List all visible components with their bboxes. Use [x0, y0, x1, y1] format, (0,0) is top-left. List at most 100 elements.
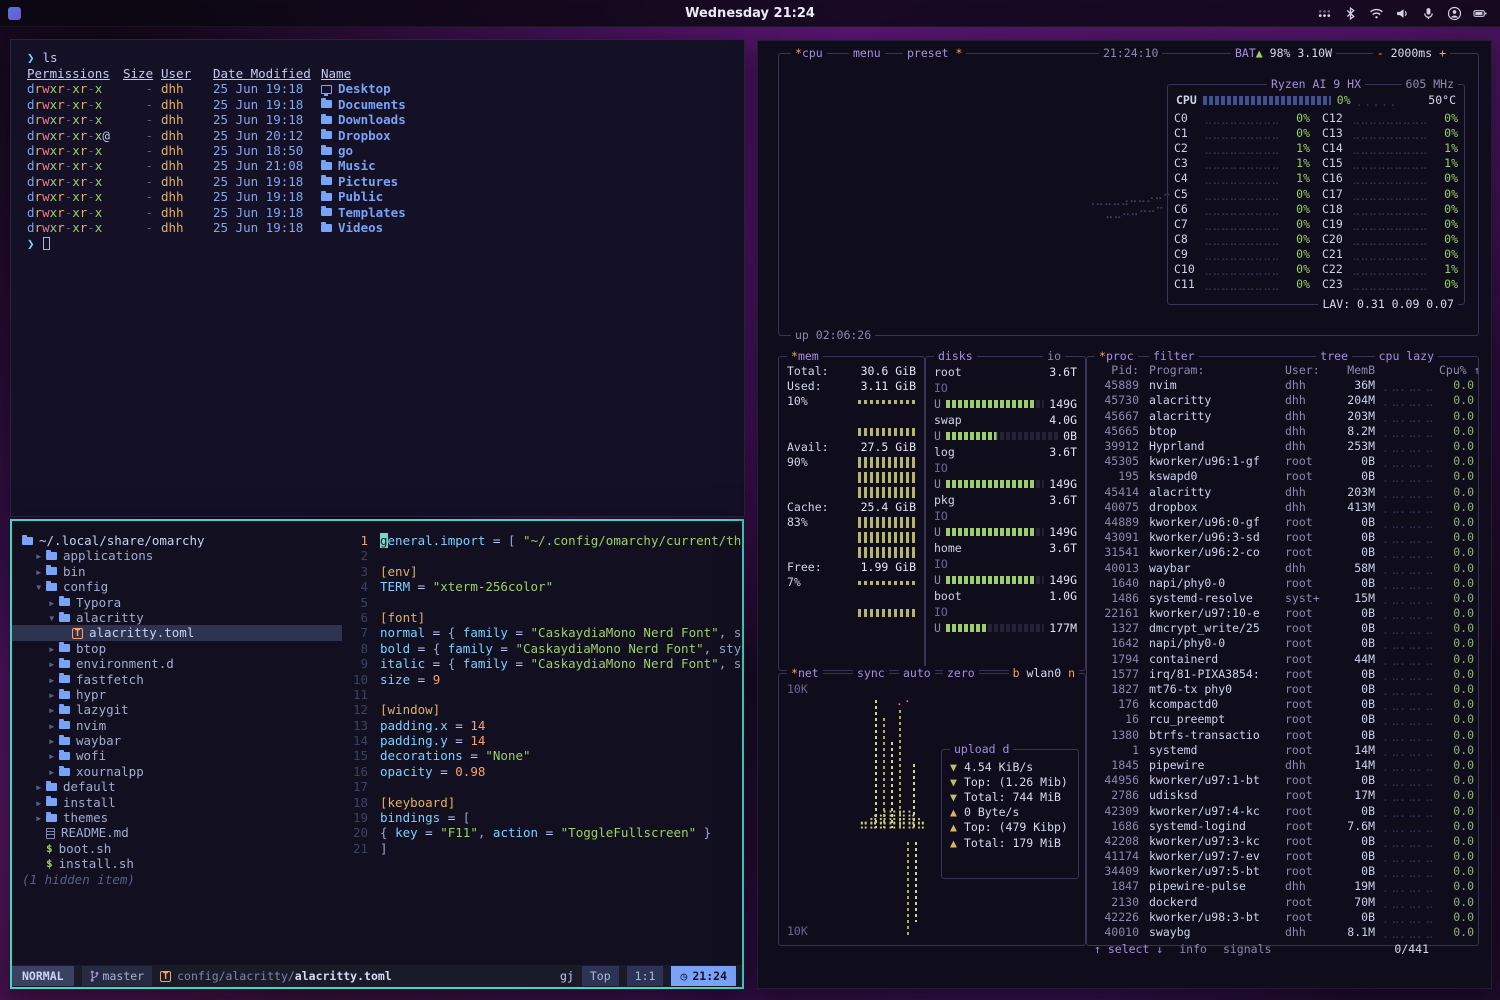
chevron-right-icon[interactable]: [48, 702, 59, 717]
disks-io-toggle[interactable]: io: [1043, 349, 1065, 364]
proc-row[interactable]: 1327dmcrypt_write/25root0B⡀⣀⡀⣀⡀⣀0.0: [1087, 621, 1478, 636]
proc-row[interactable]: 1794containerdroot44M⡀⣀⡀⣀⡀⣀0.0: [1087, 652, 1478, 667]
code-line[interactable]: 20{ key = "F11", action = "ToggleFullscr…: [342, 825, 742, 840]
proc-row[interactable]: 41174kworker/u97:7-evroot0B⡀⣀⡀⣀⡀⣀0.0: [1087, 849, 1478, 864]
proc-row[interactable]: 16rcu_preemptroot0B⡀⣀⡀⣀⡀⣀0.0: [1087, 712, 1478, 727]
proc-row[interactable]: 45730alacrittydhh204M⡀⣀⡀⣀⡀⣀0.0: [1087, 393, 1478, 408]
code-line[interactable]: 17: [342, 779, 742, 794]
tree-item-waybar[interactable]: waybar: [12, 733, 342, 748]
proc-row[interactable]: 45414alacrittydhh203M⡀⣀⡀⣀⡀⣀0.0: [1087, 485, 1478, 500]
tree-item-nvim[interactable]: nvim: [12, 718, 342, 733]
volume-icon[interactable]: [1395, 6, 1410, 21]
tree-item-fastfetch[interactable]: fastfetch: [12, 672, 342, 687]
code-line[interactable]: 11: [342, 687, 742, 702]
proc-row[interactable]: 1847pipewire-pulsedhh19M⡀⣀⡀⣀⡀⣀0.0: [1087, 879, 1478, 894]
code-line[interactable]: 14padding.y = 14: [342, 733, 742, 748]
terminal-window-ls[interactable]: ❯ ls Permissions Size User Date Modified…: [10, 39, 745, 517]
proc-tree-button[interactable]: tree: [1316, 349, 1352, 364]
code-line[interactable]: 12[window]: [342, 702, 742, 717]
process-panel-title[interactable]: *proc: [1095, 349, 1138, 364]
proc-row[interactable]: 1827mt76-tx phy0root0B⡀⣀⡀⣀⡀⣀0.0: [1087, 682, 1478, 697]
chevron-right-icon[interactable]: [48, 687, 59, 702]
iface-next-button[interactable]: n: [1068, 666, 1075, 680]
disks-panel-title[interactable]: disks: [934, 349, 977, 364]
tree-item-xournalpp[interactable]: xournalpp: [12, 764, 342, 779]
proc-row[interactable]: 45889nvimdhh36M⡀⣀⡀⣀⡀⣀0.0: [1087, 378, 1478, 393]
tree-item-readme.md[interactable]: README.md: [12, 825, 342, 840]
cpu-panel-title[interactable]: *cpu: [791, 46, 827, 61]
tree-item-alacritty.toml[interactable]: Talacritty.toml: [12, 625, 342, 640]
proc-row[interactable]: 43091kworker/u96:3-sdroot0B⡀⣀⡀⣀⡀⣀0.0: [1087, 530, 1478, 545]
tailscale-icon[interactable]: [1317, 6, 1332, 21]
proc-row[interactable]: 40010swaybgdhh8.1M⡀⣀⡀⣀⡀⣀0.0: [1087, 925, 1478, 940]
tree-item-environment.d[interactable]: environment.d: [12, 656, 342, 671]
code-line[interactable]: 15decorations = "None": [342, 748, 742, 763]
proc-row[interactable]: 1642napi/phy0-0root0B⡀⣀⡀⣀⡀⣀0.0: [1087, 636, 1478, 651]
wifi-icon[interactable]: [1369, 6, 1384, 21]
proc-signals-button[interactable]: signals: [1223, 942, 1271, 957]
chevron-right-icon[interactable]: [35, 795, 46, 810]
chevron-right-icon[interactable]: [35, 548, 46, 563]
tree-item-install.sh[interactable]: $install.sh: [12, 856, 342, 871]
proc-row[interactable]: 45305kworker/u96:1-gfroot0B⡀⣀⡀⣀⡀⣀0.0: [1087, 454, 1478, 469]
tree-item-wofi[interactable]: wofi: [12, 748, 342, 763]
chevron-right-icon[interactable]: [35, 564, 46, 579]
code-line[interactable]: 3[env]: [342, 564, 742, 579]
neovim-window[interactable]: ~/.local/share/omarchyapplicationsbincon…: [10, 519, 744, 989]
code-line[interactable]: 10size = 9: [342, 672, 742, 687]
tree-item-typora[interactable]: Typora: [12, 595, 342, 610]
git-branch[interactable]: master: [82, 966, 153, 986]
code-line[interactable]: 5: [342, 595, 742, 610]
network-panel-title[interactable]: *net: [787, 666, 823, 681]
proc-row[interactable]: 42309kworker/u97:4-kcroot0B⡀⣀⡀⣀⡀⣀0.0: [1087, 803, 1478, 818]
iface-prev-button[interactable]: b: [1013, 666, 1020, 680]
battery-icon[interactable]: [1473, 6, 1488, 21]
proc-row[interactable]: 39912Hyprlanddhh253M⡀⣀⡀⣀⡀⣀0.0: [1087, 439, 1478, 454]
proc-row[interactable]: 45667alacrittydhh203M⡀⣀⡀⣀⡀⣀0.0: [1087, 409, 1478, 424]
bluetooth-icon[interactable]: [1343, 6, 1358, 21]
tree-item-bin[interactable]: bin: [12, 564, 342, 579]
chevron-right-icon[interactable]: [48, 718, 59, 733]
tree-item-lazygit[interactable]: lazygit: [12, 702, 342, 717]
tree-item-hypr[interactable]: hypr: [12, 687, 342, 702]
proc-row[interactable]: 1640napi/phy0-0root0B⡀⣀⡀⣀⡀⣀0.0: [1087, 576, 1478, 591]
proc-row[interactable]: 45665btopdhh8.2M⡀⣀⡀⣀⡀⣀0.0: [1087, 424, 1478, 439]
proc-row[interactable]: 40013waybardhh58M⡀⣀⡀⣀⡀⣀0.0: [1087, 560, 1478, 575]
proc-info-button[interactable]: info: [1179, 942, 1207, 957]
proc-row[interactable]: 42226kworker/u98:3-btroot0B⡀⣀⡀⣀⡀⣀0.0: [1087, 910, 1478, 925]
code-line[interactable]: 9italic = { family = "CaskaydiaMono Nerd…: [342, 656, 742, 671]
tree-item-btop[interactable]: btop: [12, 641, 342, 656]
proc-row[interactable]: 1845pipewiredhh14M⡀⣀⡀⣀⡀⣀0.0: [1087, 758, 1478, 773]
code-line[interactable]: 8bold = { family = "CaskaydiaMono Nerd F…: [342, 641, 742, 656]
proc-row[interactable]: 42208kworker/u97:3-kcroot0B⡀⣀⡀⣀⡀⣀0.0: [1087, 834, 1478, 849]
chevron-right-icon[interactable]: [35, 810, 46, 825]
net-auto-button[interactable]: auto: [899, 666, 935, 681]
proc-row[interactable]: 40075dropboxdhh413M⡀⣀⡀⣀⡀⣀0.0: [1087, 500, 1478, 515]
net-zero-button[interactable]: zero: [943, 666, 979, 681]
code-line[interactable]: 16opacity = 0.98: [342, 764, 742, 779]
proc-row[interactable]: 44956kworker/u97:1-btroot0B⡀⣀⡀⣀⡀⣀0.0: [1087, 773, 1478, 788]
proc-row[interactable]: 195kswapd0root0B⡀⣀⡀⣀⡀⣀0.0: [1087, 469, 1478, 484]
proc-row[interactable]: 31541kworker/u96:2-coroot0B⡀⣀⡀⣀⡀⣀0.0: [1087, 545, 1478, 560]
net-sync-button[interactable]: sync: [853, 666, 889, 681]
code-line[interactable]: 13padding.x = 14: [342, 718, 742, 733]
code-line[interactable]: 4TERM = "xterm-256color": [342, 579, 742, 594]
tree-item-config[interactable]: config: [12, 579, 342, 594]
chevron-down-icon[interactable]: [35, 579, 46, 594]
code-line[interactable]: 19bindings = [: [342, 810, 742, 825]
user-icon[interactable]: [1447, 6, 1462, 21]
btop-window[interactable]: *cpu menu preset * 21:24:10 BAT▲ 98% 3.1…: [757, 40, 1492, 989]
interval-plus-button[interactable]: +: [1439, 46, 1446, 60]
chevron-right-icon[interactable]: [48, 672, 59, 687]
menu-button[interactable]: menu: [849, 46, 885, 61]
proc-row[interactable]: 1577irq/81-PIXA3854:root0B⡀⣀⡀⣀⡀⣀0.0: [1087, 667, 1478, 682]
code-editor[interactable]: 1general.import = [ "~/.config/omarchy/c…: [342, 521, 742, 965]
proc-row[interactable]: 1686systemd-logindroot7.6M⡀⣀⡀⣀⡀⣀0.0: [1087, 819, 1478, 834]
tree-item--.local-share-omarchy[interactable]: ~/.local/share/omarchy: [12, 533, 342, 548]
proc-filter-button[interactable]: filter: [1149, 349, 1199, 364]
proc-row[interactable]: 22161kworker/u97:10-eroot0B⡀⣀⡀⣀⡀⣀0.0: [1087, 606, 1478, 621]
code-line[interactable]: 7normal = { family = "CaskaydiaMono Nerd…: [342, 625, 742, 640]
proc-sort-button[interactable]: cpu lazy: [1375, 349, 1438, 364]
proc-row[interactable]: 2130dockerdroot70M⡀⣀⡀⣀⡀⣀0.0: [1087, 895, 1478, 910]
proc-select-hint[interactable]: ↑ select ↓: [1094, 942, 1163, 957]
